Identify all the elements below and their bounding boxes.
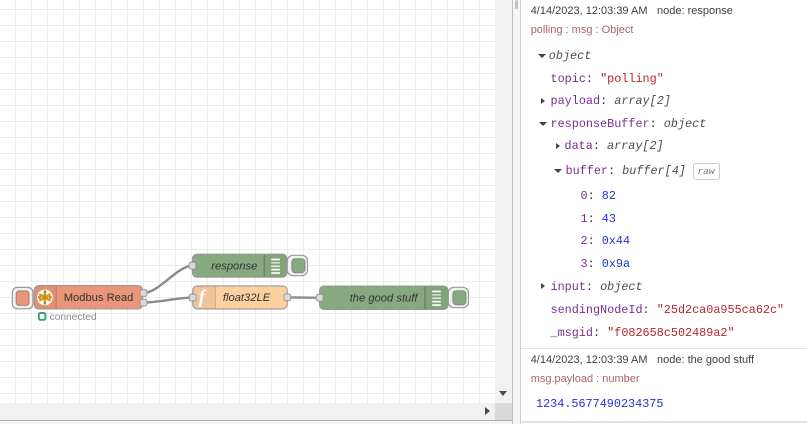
svg-text:the good stuff: the good stuff — [350, 292, 420, 304]
svg-text:response: response — [211, 260, 257, 272]
svg-text:float32LE: float32LE — [223, 292, 271, 304]
svg-text:connected: connected — [50, 312, 97, 323]
svg-text:Modbus Read: Modbus Read — [64, 292, 134, 304]
